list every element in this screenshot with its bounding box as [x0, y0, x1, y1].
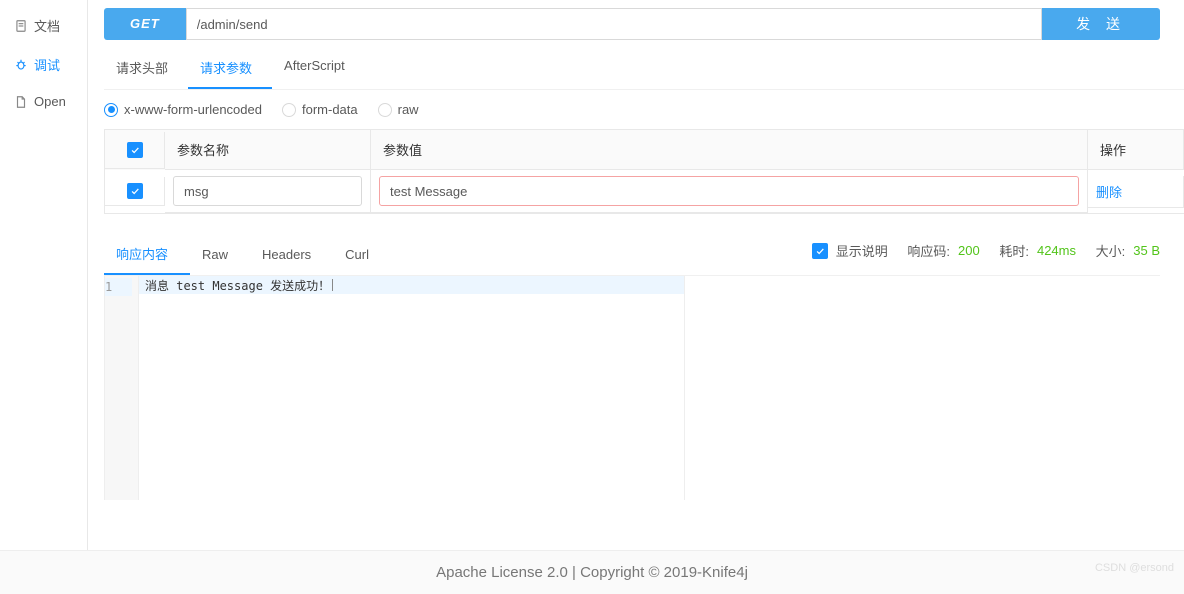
checkbox-checked-icon	[127, 142, 143, 158]
response-text: 消息 test Message 发送成功！	[145, 277, 330, 294]
response-meta: 显示说明 响应码: 200 耗时: 424ms 大小: 35 B	[812, 241, 1160, 268]
response-right-pane	[684, 276, 1184, 500]
encoding-formdata[interactable]: form-data	[282, 102, 358, 117]
line-gutter: 1	[105, 276, 139, 500]
footer: Apache License 2.0 | Copyright © 2019-Kn…	[0, 550, 1184, 594]
tab-response-raw[interactable]: Raw	[190, 237, 250, 272]
sidebar-item-label: 调试	[34, 55, 60, 74]
resp-code-value: 200	[958, 243, 980, 258]
radio-off-icon	[282, 103, 296, 117]
footer-text: Apache License 2.0 | Copyright © 2019-Kn…	[436, 564, 748, 581]
main-panel: GET 发 送 请求头部 请求参数 AfterScript x-www-form…	[88, 0, 1184, 594]
param-name-input[interactable]	[173, 176, 362, 206]
resp-size-value: 35 B	[1133, 243, 1160, 258]
encoding-row: x-www-form-urlencoded form-data raw	[88, 90, 1184, 129]
header-name: 参数名称	[165, 130, 371, 170]
tab-request-params[interactable]: 请求参数	[188, 48, 272, 89]
radio-on-icon	[104, 103, 118, 117]
sidebar-item-label: Open	[34, 94, 66, 109]
watermark: CSDN @ersond	[1095, 562, 1174, 574]
response-code[interactable]: 消息 test Message 发送成功！	[139, 276, 684, 500]
encoding-urlencoded[interactable]: x-www-form-urlencoded	[104, 102, 262, 117]
tab-request-headers[interactable]: 请求头部	[104, 48, 188, 89]
resp-size-label: 大小:	[1096, 241, 1126, 260]
sidebar-item-debug[interactable]: 调试	[0, 45, 87, 84]
sidebar-item-open[interactable]: Open	[0, 84, 87, 119]
bug-icon	[14, 58, 28, 72]
tab-response-curl[interactable]: Curl	[333, 237, 391, 272]
caret-icon	[332, 279, 333, 291]
send-button[interactable]: 发 送	[1042, 8, 1160, 40]
resp-code-label: 响应码:	[907, 241, 950, 260]
http-method-badge[interactable]: GET	[104, 8, 186, 40]
request-tabs: 请求头部 请求参数 AfterScript	[104, 48, 1184, 90]
line-number: 1	[105, 278, 132, 296]
sidebar: 文档 调试 Open	[0, 0, 88, 594]
checkbox-checked-icon	[127, 183, 143, 199]
file-icon	[14, 95, 28, 109]
encoding-raw[interactable]: raw	[378, 102, 419, 117]
response-tabs: 响应内容 Raw Headers Curl 显示说明 响应码: 200 耗时: …	[104, 234, 1160, 276]
radio-off-icon	[378, 103, 392, 117]
tab-response-headers[interactable]: Headers	[250, 237, 333, 272]
resp-time-label: 耗时:	[999, 241, 1029, 260]
url-input[interactable]	[186, 8, 1042, 40]
header-value: 参数值	[371, 130, 1088, 170]
doc-icon	[14, 19, 28, 33]
resp-time-value: 424ms	[1037, 243, 1076, 258]
tab-response-body[interactable]: 响应内容	[104, 234, 190, 275]
row-check-cell[interactable]	[105, 177, 165, 206]
response-editor: 1 消息 test Message 发送成功！	[104, 276, 1184, 500]
header-op: 操作	[1088, 130, 1184, 170]
param-value-input[interactable]	[379, 176, 1079, 206]
header-check-cell[interactable]	[105, 132, 165, 169]
sidebar-item-label: 文档	[34, 16, 60, 35]
table-header-row: 参数名称 参数值 操作	[105, 130, 1184, 170]
table-row: 删除	[105, 170, 1184, 213]
params-table: 参数名称 参数值 操作 删除	[104, 129, 1184, 214]
sidebar-item-doc[interactable]: 文档	[0, 6, 87, 45]
show-desc-label: 显示说明	[836, 241, 888, 260]
tab-afterscript[interactable]: AfterScript	[272, 48, 365, 89]
delete-link[interactable]: 删除	[1096, 185, 1122, 200]
checkbox-checked-icon[interactable]	[812, 243, 828, 259]
request-bar: GET 发 送	[104, 8, 1160, 40]
